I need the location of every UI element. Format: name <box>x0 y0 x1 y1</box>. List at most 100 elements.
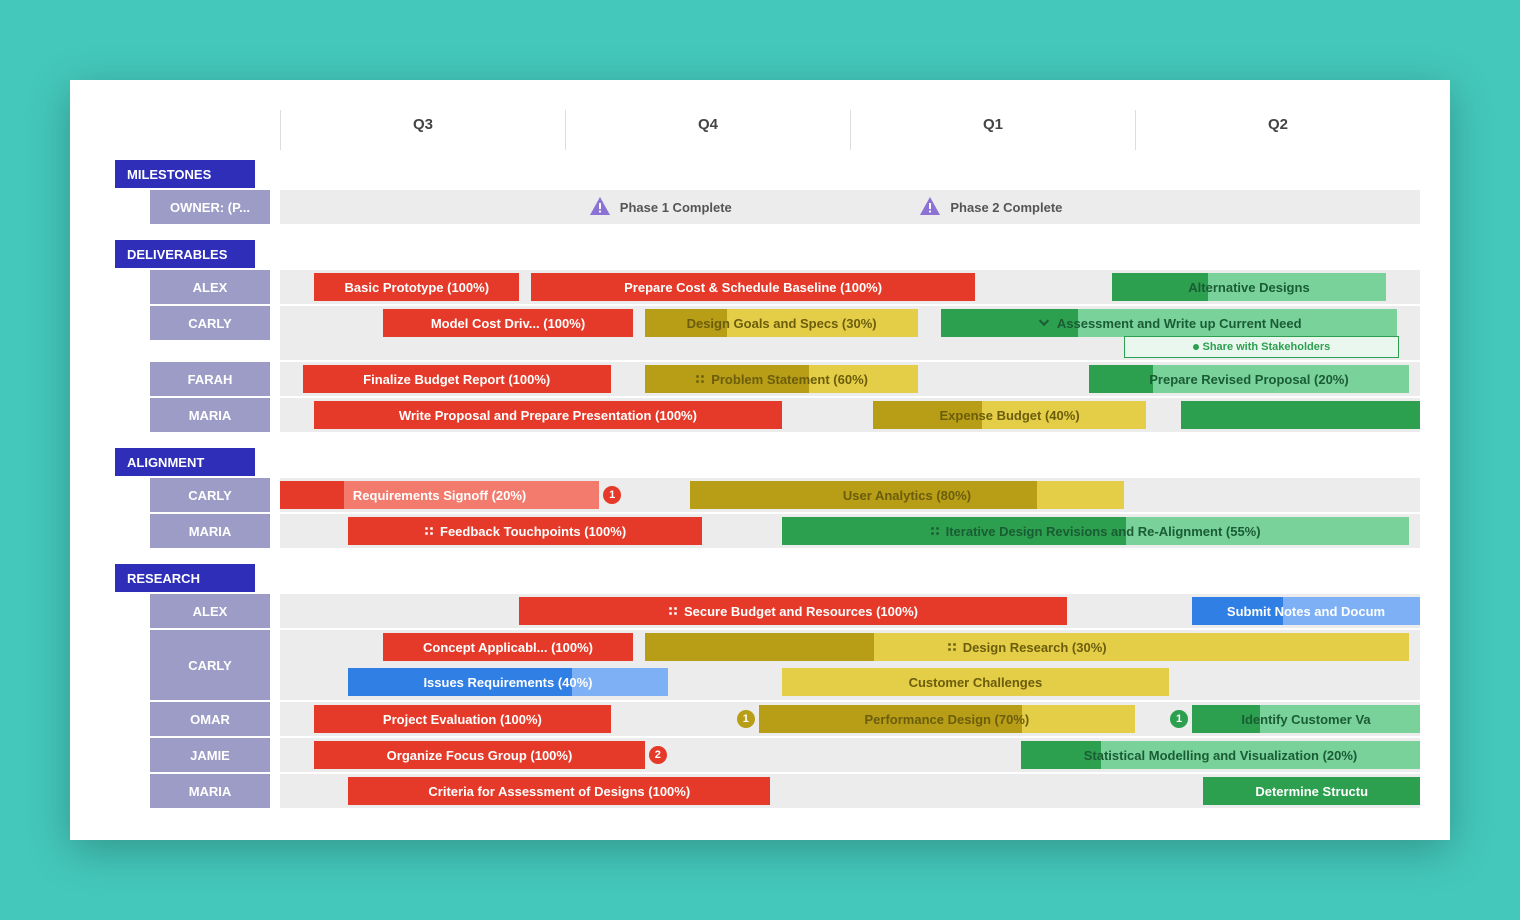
subtask-icon <box>930 524 940 539</box>
row-owner-label[interactable]: CARLY <box>150 306 270 340</box>
gantt-bar[interactable]: Prepare Cost & Schedule Baseline (100%) <box>531 273 976 301</box>
row-owner-label[interactable]: MARIA <box>150 398 270 432</box>
gantt-bar[interactable]: Customer Challenges <box>782 668 1170 696</box>
gantt-bar[interactable]: Secure Budget and Resources (100%) <box>519 597 1066 625</box>
gantt-bar[interactable]: Statistical Modelling and Visualization … <box>1021 741 1420 769</box>
gantt-bar[interactable]: Feedback Touchpoints (100%) <box>348 517 701 545</box>
bar-label: Requirements Signoff (20%) <box>353 488 526 503</box>
gantt-bar[interactable]: Prepare Revised Proposal (20%) <box>1089 365 1408 393</box>
gantt-track: Finalize Budget Report (100%) Problem Sta… <box>280 362 1420 396</box>
gantt-bar[interactable]: Alternative Designs <box>1112 273 1386 301</box>
subtask-icon <box>668 604 678 619</box>
row-owner-label[interactable]: MARIA <box>150 514 270 548</box>
row-owner-label[interactable]: FARAH <box>150 362 270 396</box>
gantt-bar[interactable]: Organize Focus Group (100%) <box>314 741 645 769</box>
subtask-icon <box>695 372 705 387</box>
gantt-bar[interactable]: Design Goals and Specs (30%) <box>645 309 919 337</box>
gantt-bar[interactable]: Write Proposal and Prepare Presentation … <box>314 401 781 429</box>
row-owner-label[interactable]: CARLY <box>150 630 270 700</box>
quarter-header: Q3Q4Q1Q2 <box>280 110 1420 150</box>
gantt-bar[interactable]: Model Cost Driv... (100%) <box>383 309 634 337</box>
quarter-column: Q3 <box>280 110 565 150</box>
gantt-track: Phase 1 Complete Phase 2 Complete <box>280 190 1420 224</box>
gantt-track: Write Proposal and Prepare Presentation … <box>280 398 1420 432</box>
gantt-bar[interactable]: Concept Applicabl... (100%) <box>383 633 634 661</box>
bar-label: Criteria for Assessment of Designs (100%… <box>428 784 690 799</box>
gantt-bar[interactable]: Problem Statement (60%) <box>645 365 919 393</box>
row-owner-label[interactable]: OWNER: (P... <box>150 190 270 224</box>
gantt-bar[interactable]: User Analytics (80%) <box>690 481 1123 509</box>
gantt-track: Organize Focus Group (100%) 2 Statistical … <box>280 738 1420 772</box>
bar-label: Customer Challenges <box>909 675 1043 690</box>
subtask-icon <box>947 640 957 655</box>
gantt-bar[interactable]: Expense Budget (40%) <box>873 401 1147 429</box>
gantt-track: Concept Applicabl... (100%) Design Resear… <box>280 630 1420 700</box>
gantt-bar[interactable]: Iterative Design Revisions and Re-Alignm… <box>782 517 1409 545</box>
gantt-track: Project Evaluation (100%) Performance Des… <box>280 702 1420 736</box>
gantt-bar[interactable]: Submit Notes and Docum <box>1192 597 1420 625</box>
bar-label: Performance Design (70%) <box>865 712 1030 727</box>
milestone-marker[interactable]: Phase 2 Complete <box>918 193 1062 221</box>
bar-label: Submit Notes and Docum <box>1227 604 1385 619</box>
bar-label: Determine Structu <box>1255 784 1368 799</box>
bar-label: Model Cost Driv... (100%) <box>431 316 585 331</box>
quarter-column: Q2 <box>1135 110 1420 150</box>
bar-label: Write Proposal and Prepare Presentation … <box>399 408 697 423</box>
bar-label: Expense Budget (40%) <box>940 408 1080 423</box>
gantt-bar[interactable]: Project Evaluation (100%) <box>314 705 610 733</box>
bar-label: Statistical Modelling and Visualization … <box>1084 748 1358 763</box>
bar-label: Basic Prototype (100%) <box>345 280 490 295</box>
gantt-track: Secure Budget and Resources (100%) Submit… <box>280 594 1420 628</box>
subtask-icon <box>424 524 434 539</box>
gantt-bar[interactable]: Performance Design (70%) <box>759 705 1135 733</box>
section-header[interactable]: MILESTONES <box>115 160 255 188</box>
gantt-bar[interactable]: Design Research (30%) <box>645 633 1409 661</box>
gantt-track: Model Cost Driv... (100%) Design Goals an… <box>280 306 1420 360</box>
gantt-bar[interactable]: Issues Requirements (40%) <box>348 668 667 696</box>
gantt-rows: MILESTONESOWNER: (P...Phase 1 CompletePh… <box>100 160 1420 810</box>
milestone-marker[interactable]: Phase 1 Complete <box>588 193 732 221</box>
count-badge: 1 <box>737 710 755 728</box>
row-owner-label[interactable]: ALEX <box>150 594 270 628</box>
bar-label: Identify Customer Va <box>1241 712 1370 727</box>
bar-label: Feedback Touchpoints (100%) <box>440 524 626 539</box>
row-owner-label[interactable]: CARLY <box>150 478 270 512</box>
gantt-bar[interactable]: Criteria for Assessment of Designs (100%… <box>348 777 770 805</box>
bar-label: Project Evaluation (100%) <box>383 712 542 727</box>
gantt-subtask[interactable]: Share with Stakeholders <box>1124 336 1400 358</box>
bar-label: User Analytics (80%) <box>843 488 971 503</box>
bar-label: Assessment and Write up Current Need <box>1057 316 1302 331</box>
row-owner-label[interactable]: ALEX <box>150 270 270 304</box>
gantt-track: Criteria for Assessment of Designs (100%… <box>280 774 1420 808</box>
gantt-track: Basic Prototype (100%) Prepare Cost & Sch… <box>280 270 1420 304</box>
section-header[interactable]: ALIGNMENT <box>115 448 255 476</box>
bar-label: Alternative Designs <box>1188 280 1309 295</box>
count-badge: 1 <box>1170 710 1188 728</box>
bar-label: Design Goals and Specs (30%) <box>687 316 877 331</box>
gantt-bar[interactable]: Basic Prototype (100%) <box>314 273 519 301</box>
bar-label: Concept Applicabl... (100%) <box>423 640 593 655</box>
count-badge: 2 <box>649 746 667 764</box>
row-owner-label[interactable]: MARIA <box>150 774 270 808</box>
gantt-bar[interactable]: Identify Customer Va <box>1192 705 1420 733</box>
gantt-panel: Q3Q4Q1Q2 MILESTONESOWNER: (P... Phase 1 C… <box>70 80 1450 840</box>
section-header[interactable]: DELIVERABLES <box>115 240 255 268</box>
gantt-bar[interactable]: Determine Structu <box>1203 777 1420 805</box>
count-badge: 1 <box>603 486 621 504</box>
gantt-bar[interactable]: Finalize Budget Report (100%) <box>303 365 611 393</box>
gantt-bar[interactable] <box>1181 401 1420 429</box>
bar-label: Problem Statement (60%) <box>711 372 868 387</box>
bar-label: Secure Budget and Resources (100%) <box>684 604 918 619</box>
row-owner-label[interactable]: JAMIE <box>150 738 270 772</box>
section-header[interactable]: RESEARCH <box>115 564 255 592</box>
bar-label: Design Research (30%) <box>963 640 1107 655</box>
row-owner-label[interactable]: OMAR <box>150 702 270 736</box>
chevron-down-icon <box>1037 315 1051 332</box>
gantt-bar[interactable]: Assessment and Write up Current Need <box>941 309 1397 337</box>
gantt-bar[interactable]: Requirements Signoff (20%) <box>280 481 599 509</box>
gantt-track: Feedback Touchpoints (100%) Iterative Des… <box>280 514 1420 548</box>
quarter-column: Q4 <box>565 110 850 150</box>
bar-label: Finalize Budget Report (100%) <box>363 372 550 387</box>
quarter-column: Q1 <box>850 110 1135 150</box>
bar-label: Organize Focus Group (100%) <box>387 748 573 763</box>
